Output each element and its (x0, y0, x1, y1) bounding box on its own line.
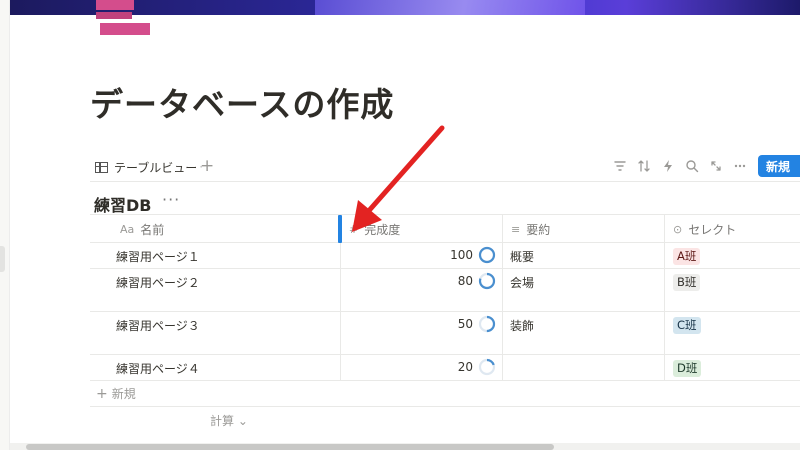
filter-icon[interactable] (608, 155, 632, 177)
select-tag: B班 (673, 274, 701, 291)
sidebar-handle[interactable] (0, 246, 5, 272)
progress-ring-icon (478, 246, 496, 264)
cell-select[interactable]: A班 (664, 243, 800, 268)
sort-icon[interactable] (632, 155, 656, 177)
new-button[interactable]: 新規 (757, 155, 800, 177)
table-row[interactable]: 練習用ページ４ 20 D班 (90, 355, 800, 381)
cover-highlight (315, 0, 585, 15)
page-title[interactable]: データベースの作成 (90, 78, 394, 126)
database-more-button[interactable]: ··· (162, 190, 180, 209)
progress-value: 20 (457, 360, 473, 374)
page-icon[interactable] (96, 0, 152, 36)
add-view-button[interactable]: + (200, 155, 214, 177)
cell-progress[interactable]: 20 (340, 355, 502, 380)
cell-select[interactable]: B班 (664, 269, 800, 311)
cell-progress[interactable]: 50 (340, 312, 502, 354)
column-header-progress[interactable]: # 完成度 (340, 215, 502, 243)
search-icon[interactable] (680, 155, 704, 177)
cell-summary[interactable]: 概要 (502, 243, 664, 268)
add-row-button[interactable]: + 新規 (90, 381, 800, 407)
tab-label: テーブルビュー (114, 160, 198, 175)
expand-icon[interactable] (704, 155, 728, 177)
page-icon-bar (96, 12, 132, 19)
table-header: Aa 名前 # 完成度 ≡ 要約 ⊙ セレクト (90, 214, 800, 243)
text-type-icon: Aa (120, 222, 135, 236)
cell-select[interactable]: C班 (664, 312, 800, 354)
more-icon[interactable] (728, 155, 752, 177)
table-row[interactable]: 練習用ページ１ 100 概要 A班 (90, 243, 800, 269)
add-row-label: 新規 (111, 387, 136, 401)
column-label: 名前 (140, 222, 165, 237)
table-icon (95, 161, 108, 173)
cell-name[interactable]: 練習用ページ１ (90, 243, 340, 268)
table-body: 練習用ページ１ 100 概要 A班 練習用ページ２ 80 会場 B班 練習用ペー… (90, 243, 800, 381)
select-tag: C班 (673, 317, 701, 334)
cell-name[interactable]: 練習用ページ３ (90, 312, 340, 354)
cell-progress[interactable]: 80 (340, 269, 502, 311)
lightning-icon[interactable] (656, 155, 680, 177)
table-row[interactable]: 練習用ページ３ 50 装飾 C班 (90, 312, 800, 355)
column-header-summary[interactable]: ≡ 要約 (502, 215, 664, 243)
column-label: セレクト (688, 222, 737, 237)
toolbar: 新規 (608, 155, 800, 177)
view-bar: テーブルビュー · + 新規 (90, 150, 800, 182)
tab-table-view[interactable]: テーブルビュー · (95, 156, 207, 178)
select-tag: A班 (673, 248, 701, 265)
database-title[interactable]: 練習DB (94, 192, 151, 216)
cell-summary[interactable] (502, 355, 664, 380)
table-row[interactable]: 練習用ページ２ 80 会場 B班 (90, 269, 800, 312)
database-table: Aa 名前 # 完成度 ≡ 要約 ⊙ セレクト 練習用ページ１ 100 概要 A… (90, 214, 800, 407)
progress-ring-icon (478, 315, 496, 333)
select-type-icon: ⊙ (673, 222, 683, 236)
cell-select[interactable]: D班 (664, 355, 800, 380)
column-label: 完成度 (364, 222, 401, 237)
page: データベースの作成 テーブルビュー · + 新規 練習DB ··· Aa 名前 … (0, 0, 800, 450)
number-type-icon: # (349, 222, 359, 236)
cell-summary[interactable]: 装飾 (502, 312, 664, 354)
page-icon-bar (96, 0, 134, 10)
scrollbar-thumb[interactable] (26, 444, 554, 450)
lines-type-icon: ≡ (511, 222, 521, 236)
select-tag: D班 (673, 360, 702, 377)
progress-value: 50 (457, 317, 473, 331)
column-label: 要約 (526, 222, 551, 237)
cell-progress[interactable]: 100 (340, 243, 502, 268)
column-header-name[interactable]: Aa 名前 (90, 215, 340, 243)
cell-summary[interactable]: 会場 (502, 269, 664, 311)
column-resize-handle[interactable] (338, 215, 342, 243)
cell-name[interactable]: 練習用ページ２ (90, 269, 340, 311)
sidebar-edge (0, 0, 10, 450)
progress-ring-icon (478, 272, 496, 290)
progress-value: 80 (457, 274, 473, 288)
plus-icon: + (96, 385, 108, 402)
cell-name[interactable]: 練習用ページ４ (90, 355, 340, 380)
column-header-select[interactable]: ⊙ セレクト (664, 215, 800, 243)
progress-value: 100 (450, 248, 473, 262)
horizontal-scrollbar[interactable] (10, 443, 800, 450)
calculate-button[interactable]: 計算 ⌄ (210, 412, 248, 429)
page-icon-bar (100, 23, 150, 35)
progress-ring-icon (478, 358, 496, 376)
